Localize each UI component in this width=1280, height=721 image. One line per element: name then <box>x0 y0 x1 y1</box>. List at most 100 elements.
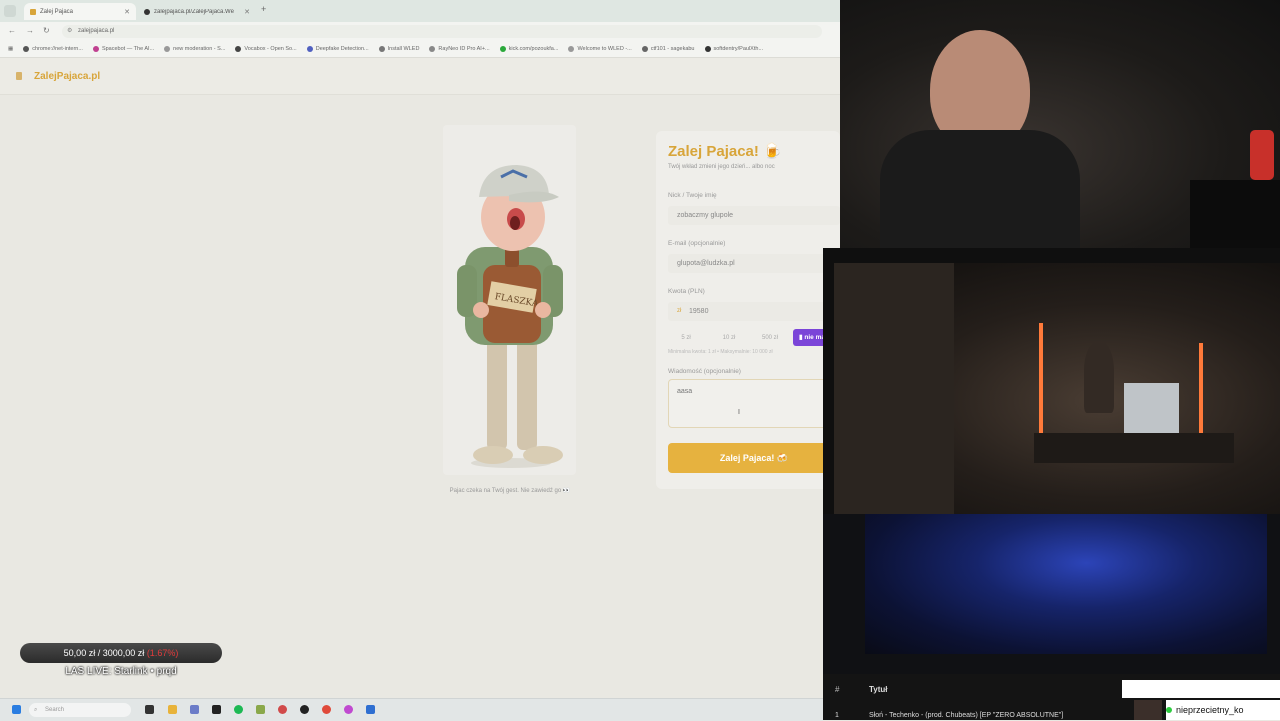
nick-label: Nick / Twoje imię <box>668 192 717 199</box>
bookmark-item[interactable]: Deepfake Detection... <box>306 46 369 52</box>
bookmark-label: ctf101 - sagekabu <box>650 46 695 52</box>
webcam-room <box>834 263 1280 514</box>
beer-icon <box>16 72 22 80</box>
message-textarea[interactable]: aasa <box>668 379 838 428</box>
nick-input[interactable]: zobaczmy glupole <box>668 206 840 225</box>
bookmark-item[interactable]: chrome://net-intern... <box>23 46 83 52</box>
amount-input[interactable]: zł 19580 <box>668 302 840 321</box>
bookmark-label: softdentry/PaulXth... <box>713 46 764 52</box>
site-header: ZalejPajaca.pl <box>0 58 840 95</box>
bookmark-label: Install WLED <box>387 46 420 52</box>
cam-divider <box>823 263 834 514</box>
tab-zalej-pajaca[interactable]: Zalej Pajaca ✕ <box>24 3 136 20</box>
monitor-shape <box>1124 383 1179 433</box>
clown-illustration: FLASZKA <box>457 165 563 468</box>
tab-label: Zalej Pajaca <box>40 8 74 15</box>
person-shape <box>1084 343 1114 413</box>
terminal-icon[interactable] <box>212 705 221 714</box>
bookmark-label: Deepfake Detection... <box>315 46 369 52</box>
bookmark-item[interactable]: softdentry/PaulXth... <box>704 46 764 52</box>
column-number-header: # <box>835 685 840 694</box>
track-title[interactable]: Słoń - Techenko - (prod. Chubeats) [EP "… <box>869 712 1063 719</box>
column-title-header[interactable]: Tytuł <box>869 685 888 694</box>
webcam-face <box>840 0 1280 248</box>
spotify-icon[interactable] <box>234 705 243 714</box>
cam-divider <box>823 248 1280 263</box>
amount-label: Kwota (PLN) <box>668 288 705 295</box>
form-title: Zalej Pajaca! 🍺 <box>668 143 782 160</box>
app-icon[interactable] <box>190 705 199 714</box>
taskbar-search[interactable]: ⌕ Search <box>29 703 131 717</box>
site-logo[interactable]: ZalejPajaca.pl <box>34 71 100 82</box>
bookmark-item[interactable]: kick.com/pozoukfa... <box>499 46 559 52</box>
goal-current: 50,00 zł <box>63 648 96 658</box>
email-label: E-mail (opcjonalnie) <box>668 240 726 247</box>
nie-ma-label: nie ma <box>804 334 825 341</box>
online-status-icon <box>1166 707 1172 713</box>
live-title: LAS LIVE: Starlink • prqd <box>65 666 177 677</box>
bookmark-label: chrome://net-intern... <box>32 46 83 52</box>
bookmark-item[interactable]: Vocabox - Open So... <box>235 46 297 52</box>
obs-icon[interactable] <box>300 705 309 714</box>
chat-username: nieprzecietny_ko <box>1176 705 1244 715</box>
close-icon[interactable]: ✕ <box>244 8 250 16</box>
taskview-icon[interactable] <box>145 705 154 714</box>
submit-button[interactable]: Zalej Pajaca! 🍻 <box>668 443 840 473</box>
equipment-shape <box>1190 180 1280 248</box>
email-input[interactable]: glupota@ludzka.pl <box>668 254 840 273</box>
amount-limits: Minimalna kwota: 1 zł • Maksymalnie: 10 … <box>668 349 773 355</box>
goal-target: 3000,00 zł <box>102 648 145 658</box>
door-frame <box>834 263 954 514</box>
bookmark-label: Vocabox - Open So... <box>244 46 297 52</box>
goal-percent: (1.67%) <box>146 648 179 658</box>
address-bar: ← → ↻ ⚙ zalejpajaca.pl <box>0 22 840 41</box>
bottle-shape <box>1250 130 1274 180</box>
reload-icon[interactable]: ↻ <box>43 26 50 35</box>
bookmark-item[interactable]: new moderation - S... <box>164 46 225 52</box>
bookmark-item[interactable]: Welcome to WLED -... <box>568 46 632 52</box>
forward-icon[interactable]: → <box>26 26 34 35</box>
app-icon[interactable] <box>278 705 287 714</box>
currency-label: zł <box>677 308 682 314</box>
track-number: 1 <box>835 712 839 719</box>
avatar <box>1134 700 1162 720</box>
trash-icon: ▮ <box>799 334 803 341</box>
site-info-icon[interactable]: ⚙ <box>67 25 72 38</box>
bookmark-item[interactable]: Install WLED <box>378 46 420 52</box>
new-tab-icon[interactable]: + <box>261 4 266 14</box>
chat-badge <box>1122 680 1280 698</box>
app-icon[interactable] <box>256 705 265 714</box>
preset-500-button[interactable]: 500 zł <box>752 331 788 345</box>
apps-icon[interactable]: ▦ <box>8 46 13 52</box>
bookmark-item[interactable]: Spacebot — The AI... <box>92 46 155 52</box>
tab-github[interactable]: zalejpajaca.pl/ZalejPajaca.Web ✕ <box>138 3 256 20</box>
chrome-icon[interactable] <box>322 705 331 714</box>
file-explorer-icon[interactable] <box>168 705 177 714</box>
bookmark-label: Spacebot — The AI... <box>101 46 155 52</box>
taskbar: ⌕ Search <box>0 698 823 721</box>
search-placeholder: Search <box>45 707 65 713</box>
clown-image: FLASZKA <box>443 125 576 475</box>
preset-5-button[interactable]: 5 zł <box>672 331 700 345</box>
close-icon[interactable]: ✕ <box>124 8 130 16</box>
bookmark-label: RayNeo ID Pro AI+... <box>438 46 490 52</box>
search-icon: ⌕ <box>34 707 38 713</box>
bookmark-item[interactable]: ctf101 - sagekabu <box>641 46 695 52</box>
visualizer-display <box>865 514 1267 654</box>
bookmark-label: Welcome to WLED -... <box>577 46 632 52</box>
goal-separator: / <box>97 648 101 658</box>
favicon-icon <box>30 8 36 15</box>
chat-user: nieprzecietny_ko <box>1166 700 1280 720</box>
preset-10-button[interactable]: 10 zł <box>712 331 746 345</box>
bookmark-item[interactable]: RayNeo ID Pro AI+... <box>429 46 490 52</box>
tab-search-icon[interactable] <box>4 5 16 17</box>
app-icon[interactable] <box>366 705 375 714</box>
donation-goal-bar: 50,00 zł / 3000,00 zł (1.67%) <box>20 643 222 663</box>
bookmark-label: kick.com/pozoukfa... <box>508 46 559 52</box>
back-icon[interactable]: ← <box>8 26 16 35</box>
light-strip <box>1039 323 1043 443</box>
app-icon[interactable] <box>344 705 353 714</box>
start-icon[interactable] <box>12 705 21 714</box>
tab-label: zalejpajaca.pl/ZalejPajaca.Web <box>154 8 234 15</box>
url-input[interactable]: ⚙ zalejpajaca.pl <box>62 25 822 38</box>
